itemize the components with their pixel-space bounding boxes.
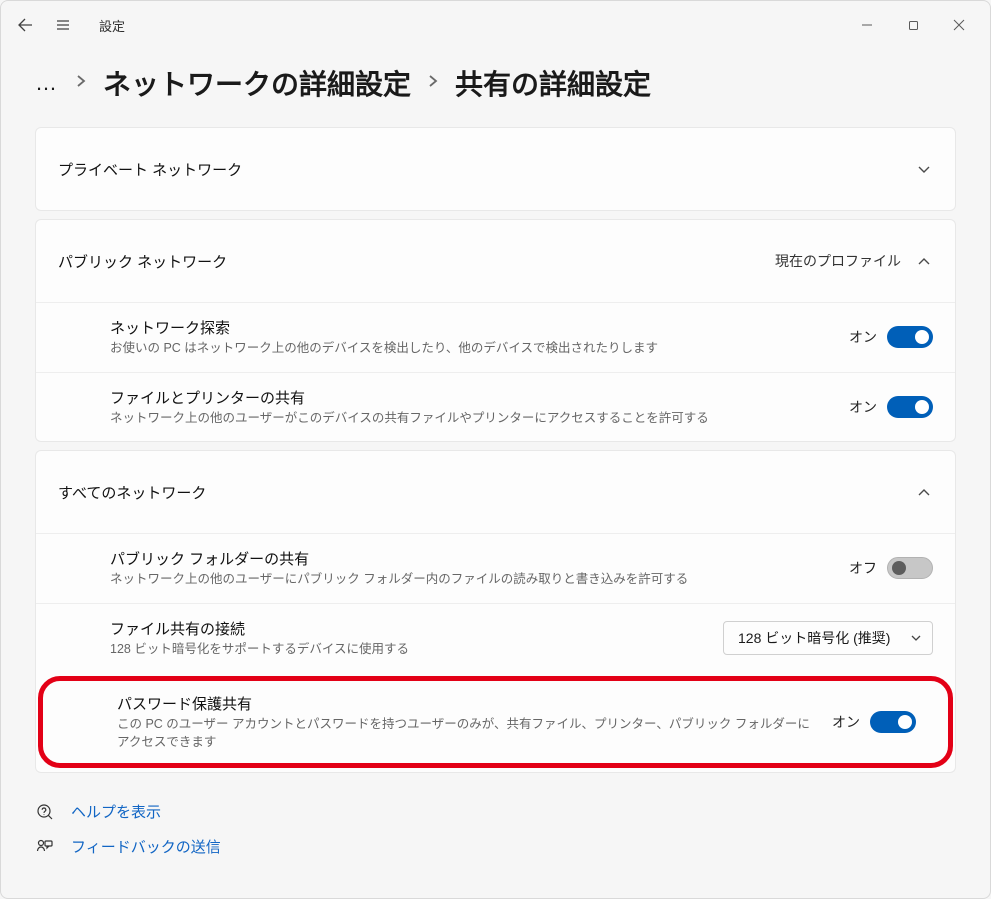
chevron-up-icon bbox=[915, 252, 933, 270]
panel-header: プライベート ネットワーク bbox=[36, 128, 955, 210]
row-control: オフ bbox=[849, 557, 933, 579]
panel-public-network: パブリック ネットワーク 現在のプロファイル ネットワーク探索 お使いの PC … bbox=[35, 219, 956, 442]
minimize-button[interactable] bbox=[844, 9, 890, 41]
panel-title: すべてのネットワーク bbox=[58, 482, 206, 503]
footer-links: ヘルプを表示 フィードバックの送信 bbox=[1, 781, 990, 891]
toggle-state-label: オン bbox=[849, 397, 877, 417]
row-desc: お使いの PC はネットワーク上の他のデバイスを検出したり、他のデバイスで検出さ… bbox=[110, 340, 833, 358]
row-desc: 128 ビット暗号化をサポートするデバイスに使用する bbox=[110, 641, 707, 659]
row-title: ファイルとプリンターの共有 bbox=[110, 387, 833, 408]
titlebar-left: 設定 bbox=[9, 9, 125, 41]
settings-window: 設定 … ネットワークの詳細設定 共有の詳細設定 プラ bbox=[0, 0, 991, 899]
current-profile-badge: 現在のプロファイル bbox=[775, 251, 901, 271]
row-text: パブリック フォルダーの共有 ネットワーク上の他のユーザーにパブリック フォルダ… bbox=[58, 548, 849, 589]
highlight-ring: パスワード保護共有 この PC のユーザー アカウントとパスワードを持つユーザー… bbox=[38, 676, 953, 768]
help-icon bbox=[35, 803, 55, 821]
row-title: ネットワーク探索 bbox=[110, 317, 833, 338]
file-printer-sharing-toggle[interactable] bbox=[887, 396, 933, 418]
chevron-right-icon bbox=[75, 74, 87, 93]
toggle-state-label: オン bbox=[832, 712, 860, 732]
close-button[interactable] bbox=[936, 9, 982, 41]
row-password-protected-sharing: パスワード保護共有 この PC のユーザー アカウントとパスワードを持つユーザー… bbox=[35, 672, 956, 773]
row-desc: この PC のユーザー アカウントとパスワードを持つユーザーのみが、共有ファイル… bbox=[117, 716, 816, 751]
feedback-icon bbox=[35, 838, 55, 856]
breadcrumb: … ネットワークの詳細設定 共有の詳細設定 bbox=[1, 49, 990, 127]
panel-header-right bbox=[915, 483, 933, 501]
panel-title: パブリック ネットワーク bbox=[58, 251, 227, 272]
breadcrumb-ellipsis[interactable]: … bbox=[35, 70, 59, 96]
panel-header-right: 現在のプロファイル bbox=[775, 251, 933, 271]
chevron-down-icon bbox=[915, 160, 933, 178]
breadcrumb-current: 共有の詳細設定 bbox=[455, 63, 651, 103]
titlebar: 設定 bbox=[1, 1, 990, 49]
panel-header-right bbox=[915, 160, 933, 178]
help-link[interactable]: ヘルプを表示 bbox=[35, 801, 956, 822]
row-text: ファイル共有の接続 128 ビット暗号化をサポートするデバイスに使用する bbox=[58, 618, 723, 659]
panel-header: パブリック ネットワーク 現在のプロファイル bbox=[36, 220, 955, 302]
menu-button[interactable] bbox=[47, 9, 79, 41]
chevron-right-icon bbox=[427, 74, 439, 93]
public-folder-sharing-toggle[interactable] bbox=[887, 557, 933, 579]
row-title: パブリック フォルダーの共有 bbox=[110, 548, 833, 569]
back-button[interactable] bbox=[9, 9, 41, 41]
panel-all-header-card[interactable]: すべてのネットワーク bbox=[35, 450, 956, 533]
row-file-sharing-connection: ファイル共有の接続 128 ビット暗号化をサポートするデバイスに使用する 128… bbox=[35, 603, 956, 673]
row-control: オン bbox=[849, 396, 933, 418]
row-desc: ネットワーク上の他のユーザーにパブリック フォルダー内のファイルの読み取りと書き… bbox=[110, 571, 833, 589]
encryption-dropdown[interactable]: 128 ビット暗号化 (推奨) bbox=[723, 621, 933, 655]
row-desc: ネットワーク上の他のユーザーがこのデバイスの共有ファイルやプリンターにアクセスす… bbox=[110, 410, 833, 428]
breadcrumb-parent[interactable]: ネットワークの詳細設定 bbox=[103, 63, 411, 103]
content: プライベート ネットワーク パブリック ネットワーク 現在のプロファイル bbox=[1, 127, 990, 773]
toggle-state-label: オフ bbox=[849, 558, 877, 578]
row-network-discovery: ネットワーク探索 お使いの PC はネットワーク上の他のデバイスを検出したり、他… bbox=[35, 302, 956, 372]
panel-public-header-card[interactable]: パブリック ネットワーク 現在のプロファイル bbox=[35, 219, 956, 302]
panel-all-networks: すべてのネットワーク パブリック フォルダーの共有 ネットワーク上の他のユーザー… bbox=[35, 450, 956, 773]
app-title: 設定 bbox=[99, 16, 125, 35]
maximize-button[interactable] bbox=[890, 9, 936, 41]
row-control: オン bbox=[849, 326, 933, 348]
row-control: 128 ビット暗号化 (推奨) bbox=[723, 621, 933, 655]
network-discovery-toggle[interactable] bbox=[887, 326, 933, 348]
panel-private-network[interactable]: プライベート ネットワーク bbox=[35, 127, 956, 211]
row-title: パスワード保護共有 bbox=[117, 693, 816, 714]
help-label: ヘルプを表示 bbox=[71, 801, 161, 822]
toggle-state-label: オン bbox=[849, 327, 877, 347]
row-control: オン bbox=[832, 711, 916, 733]
row-file-printer-sharing: ファイルとプリンターの共有 ネットワーク上の他のユーザーがこのデバイスの共有ファ… bbox=[35, 372, 956, 443]
row-title: ファイル共有の接続 bbox=[110, 618, 707, 639]
row-public-folder-sharing: パブリック フォルダーの共有 ネットワーク上の他のユーザーにパブリック フォルダ… bbox=[35, 533, 956, 603]
chevron-up-icon bbox=[915, 483, 933, 501]
row-text: ネットワーク探索 お使いの PC はネットワーク上の他のデバイスを検出したり、他… bbox=[58, 317, 849, 358]
feedback-link[interactable]: フィードバックの送信 bbox=[35, 836, 956, 857]
panel-header: すべてのネットワーク bbox=[36, 451, 955, 533]
panel-title: プライベート ネットワーク bbox=[58, 159, 242, 180]
password-protected-sharing-toggle[interactable] bbox=[870, 711, 916, 733]
dropdown-value: 128 ビット暗号化 (推奨) bbox=[738, 628, 890, 648]
window-controls bbox=[844, 9, 982, 41]
row-text: パスワード保護共有 この PC のユーザー アカウントとパスワードを持つユーザー… bbox=[65, 693, 832, 751]
row-text: ファイルとプリンターの共有 ネットワーク上の他のユーザーがこのデバイスの共有ファ… bbox=[58, 387, 849, 428]
feedback-label: フィードバックの送信 bbox=[71, 836, 221, 857]
